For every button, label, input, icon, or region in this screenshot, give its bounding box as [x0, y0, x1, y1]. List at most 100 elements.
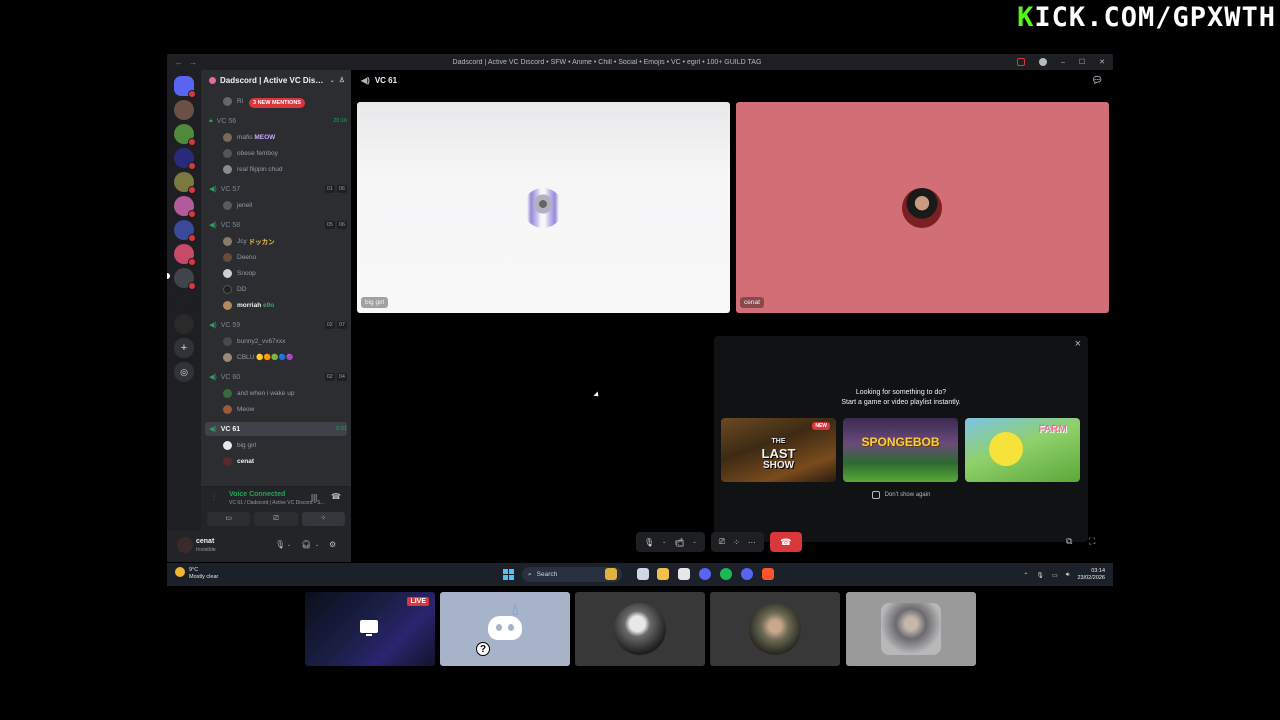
participant-tile[interactable]: 💧︎ ? — [440, 592, 570, 666]
dont-show-checkbox[interactable] — [871, 491, 880, 499]
voice-channel-vc56[interactable]: 🔒︎ VC 56 20:16 — [205, 114, 347, 128]
popout-icon[interactable]: ⧉ — [1066, 536, 1072, 547]
list-item[interactable]: Meow — [223, 402, 347, 416]
server-header[interactable]: Dadscord | Active VC Disc... ⌄ ♙ — [201, 70, 351, 90]
voice-panel-buttons: ▭ ⎚ ⁘ — [207, 512, 345, 526]
discord-home-icon[interactable] — [174, 76, 196, 98]
screen-share-button[interactable]: ⎚ — [254, 512, 298, 526]
chevron-down-icon[interactable]: ⌄ — [662, 539, 666, 545]
microphone-icon[interactable]: 🎙︎ — [1036, 572, 1044, 579]
server-icon[interactable] — [174, 196, 196, 218]
list-item[interactable]: Deeno — [223, 250, 347, 264]
minimize-button[interactable]: – — [1061, 59, 1065, 66]
server-icon[interactable] — [174, 220, 196, 242]
voice-status[interactable]: Voice Connected — [229, 491, 285, 498]
close-button[interactable]: ✕ — [1099, 58, 1105, 66]
list-item[interactable]: obese femboy — [223, 146, 347, 160]
noise-suppression-icon[interactable]: ||| — [311, 493, 317, 502]
game-card-farm[interactable]: FARM — [965, 418, 1080, 482]
call-controls: 🎙︎ ⌄ 📹︎ ⌄ ⎚ ⁘ ··· ☎ — [636, 532, 802, 552]
close-icon[interactable]: × — [1075, 338, 1081, 350]
user-name[interactable]: cenat — [196, 538, 214, 545]
dont-show-again[interactable]: Don't show again — [714, 491, 1088, 499]
list-item[interactable]: big girl — [223, 438, 347, 452]
stream-tile[interactable]: LIVE — [305, 592, 435, 666]
inbox-icon[interactable] — [1016, 58, 1025, 66]
signal-icon[interactable]: ⫶ — [213, 493, 215, 503]
store-icon[interactable] — [678, 568, 690, 580]
server-icon[interactable] — [174, 314, 194, 334]
back-arrow-icon[interactable]: ← — [175, 58, 183, 67]
channel-label: VC 59 — [220, 321, 241, 329]
camera-off-icon[interactable]: 📹︎ — [674, 538, 684, 547]
participant-tile[interactable] — [575, 592, 705, 666]
voice-channel-vc61[interactable]: ◀︎) VC 61 0:21 — [205, 422, 347, 436]
weather-widget[interactable]: 9°C Mostly clear — [175, 567, 218, 581]
voice-channel-vc59[interactable]: ◀︎) VC 59 02 07 — [205, 318, 347, 332]
activities-icon[interactable]: ⁘ — [733, 538, 740, 547]
list-item[interactable]: mafis MEOW — [223, 130, 347, 144]
clock[interactable]: 03:14 23/02/2026 — [1077, 568, 1105, 582]
server-icon[interactable] — [174, 100, 194, 120]
server-icon[interactable] — [174, 292, 194, 312]
voice-channel-vc60[interactable]: ◀︎) VC 60 02 04 — [205, 370, 347, 384]
network-icon[interactable]: ▭ — [1052, 572, 1058, 579]
task-view-icon[interactable] — [637, 568, 649, 580]
voice-channel-vc58[interactable]: ◀︎) VC 58 05 06 — [205, 218, 347, 232]
discord-app-icon[interactable] — [699, 568, 711, 580]
maximize-button[interactable]: ☐ — [1079, 58, 1085, 66]
gear-icon[interactable]: ⚙ — [329, 540, 336, 549]
more-icon[interactable]: ··· — [748, 538, 756, 547]
volume-icon[interactable]: 🔊︎ — [1066, 572, 1070, 579]
server-icon[interactable] — [174, 244, 196, 266]
participant-tile[interactable]: big girl — [357, 102, 730, 313]
list-item[interactable]: DD — [223, 282, 347, 296]
chevron-down-icon[interactable]: ⌄ — [287, 542, 291, 548]
camera-button[interactable]: ▭ — [207, 512, 251, 526]
game-card-spongebob[interactable]: SPONGEBOB — [843, 418, 958, 482]
new-mentions-pill[interactable]: 3 NEW MENTIONS — [249, 98, 305, 108]
help-icon[interactable] — [1038, 58, 1047, 66]
server-icon[interactable] — [174, 172, 196, 194]
list-item[interactable]: Snoop — [223, 266, 347, 280]
participant-tile[interactable]: cenat — [736, 102, 1109, 313]
list-item[interactable]: cenat — [223, 454, 347, 468]
discord-app-icon[interactable] — [741, 568, 753, 580]
chat-bubble-icon[interactable]: 💬︎ — [1092, 75, 1103, 86]
server-icon[interactable] — [174, 124, 196, 146]
chevron-down-icon[interactable]: ⌄ — [693, 539, 697, 545]
server-icon[interactable] — [174, 148, 196, 170]
spotify-icon[interactable] — [720, 568, 732, 580]
chevron-down-icon[interactable]: ⌄ — [315, 542, 319, 548]
disconnect-icon[interactable]: ☎ — [331, 492, 341, 501]
game-card-last-show[interactable]: NEW THE LAST SHOW — [721, 418, 836, 482]
fullscreen-icon[interactable]: ⛶ — [1089, 536, 1095, 547]
participant-tile[interactable] — [710, 592, 840, 666]
activities-button[interactable]: ⁘ — [301, 512, 345, 526]
voice-channel-vc57[interactable]: ◀︎) VC 57 01 06 — [205, 182, 347, 196]
chevron-up-icon[interactable]: ⌃ — [1023, 572, 1028, 579]
list-item[interactable]: and when i wake up — [223, 386, 347, 400]
widgets-icon[interactable] — [605, 568, 617, 580]
list-item[interactable]: CBLU 🟡🟠🟢🔵🟣 — [223, 350, 347, 364]
list-item[interactable]: Jcy ドッカン — [223, 234, 347, 248]
add-server-icon[interactable]: + — [174, 338, 194, 358]
headphones-icon[interactable]: 🎧︎ — [301, 540, 311, 549]
file-explorer-icon[interactable] — [657, 568, 669, 580]
microphone-icon[interactable]: 🎙︎ — [275, 540, 285, 549]
list-item[interactable]: bunny2_vv67xxx — [223, 334, 347, 348]
windows-start-icon[interactable] — [503, 569, 514, 580]
brave-icon[interactable] — [762, 568, 774, 580]
forward-arrow-icon[interactable]: → — [189, 58, 197, 67]
hang-up-button[interactable]: ☎ — [769, 532, 802, 552]
list-item[interactable]: morriah e9o — [223, 298, 347, 312]
avatar[interactable] — [177, 537, 193, 553]
screen-share-icon[interactable]: ⎚ — [719, 537, 725, 547]
discover-icon[interactable]: ◎ — [174, 362, 194, 382]
microphone-icon[interactable]: 🎙︎ — [644, 538, 654, 547]
server-icon-dadscord[interactable] — [174, 268, 196, 290]
add-member-icon[interactable]: ♙ — [339, 76, 345, 84]
list-item[interactable]: jenell — [223, 198, 347, 212]
list-item[interactable]: real flippin chud — [223, 162, 347, 176]
participant-tile[interactable] — [846, 592, 976, 666]
